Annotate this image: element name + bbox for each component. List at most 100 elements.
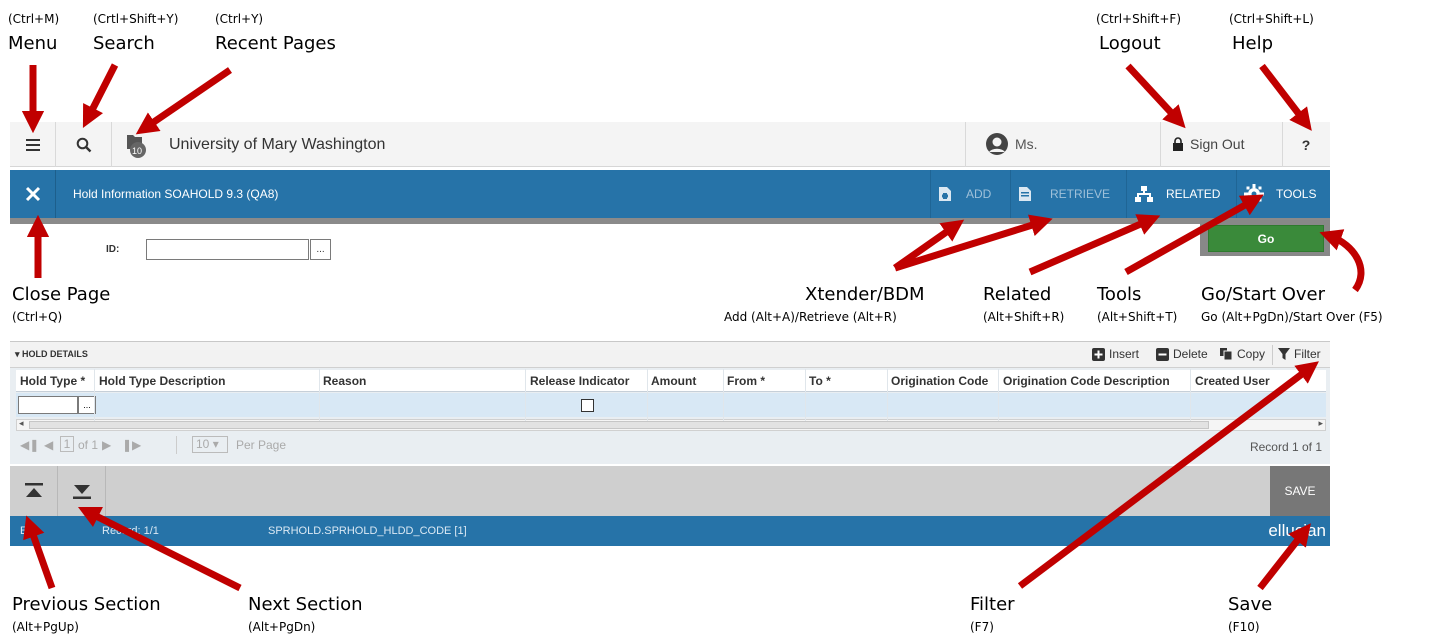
plus-icon: [1092, 347, 1105, 361]
recent-shortcut: (Ctrl+Y): [215, 12, 264, 26]
retrieve-arrow: [893, 214, 1053, 272]
logout-arrow: [1125, 63, 1186, 129]
last-page-icon[interactable]: ❚▶: [122, 438, 141, 452]
delete-button[interactable]: Delete: [1156, 347, 1208, 361]
section-title-label: HOLD DETAILS: [22, 349, 88, 359]
related-button[interactable]: RELATED: [1134, 170, 1220, 218]
record-count: Record 1 of 1: [1249, 440, 1322, 454]
go-button[interactable]: Go: [1208, 225, 1324, 252]
page-header: Hold Information SOAHOLD 9.3 (QA8) ADD R…: [10, 170, 1330, 218]
prev-shortcut: (Alt+PgUp): [12, 620, 79, 634]
column-header[interactable]: From *: [727, 374, 765, 388]
sign-out-button[interactable]: Sign Out: [1172, 136, 1244, 152]
hamburger-icon: [25, 138, 40, 151]
status-bar: E Record: 1/1 SPRHOLD.SPRHOLD_HLDD_CODE …: [10, 516, 1330, 546]
save-button[interactable]: SAVE: [1270, 466, 1330, 516]
go-annotation: Go/Start Over: [1201, 284, 1326, 305]
search-button[interactable]: [56, 122, 112, 167]
close-annotation: Close Page: [12, 284, 111, 305]
hold-type-input[interactable]: [18, 396, 78, 414]
recent-pages-button[interactable]: 10: [112, 122, 158, 167]
related-arrow: [1028, 214, 1161, 276]
add-document-icon: [939, 187, 951, 201]
release-indicator-checkbox[interactable]: [581, 399, 594, 412]
sitemap-icon: [1135, 186, 1153, 202]
id-input[interactable]: [146, 239, 309, 260]
user-menu[interactable]: Ms.: [985, 132, 1038, 156]
per-page-value: 10: [196, 437, 210, 451]
scroll-left-icon[interactable]: ◂: [19, 418, 24, 429]
section-title[interactable]: ▾ HOLD DETAILS: [15, 349, 88, 360]
add-label: ADD: [966, 187, 992, 201]
go-shortcut: Go (Alt+PgDn)/Start Over (F5): [1201, 310, 1383, 324]
column-header[interactable]: Hold Type Description: [99, 374, 225, 388]
help-button[interactable]: ?: [1282, 122, 1330, 167]
collapse-icon: ▾: [15, 349, 23, 359]
gear-icon: [1244, 184, 1264, 204]
menu-shortcut: (Ctrl+M): [8, 12, 60, 26]
insert-button[interactable]: Insert: [1092, 347, 1139, 361]
horizontal-scrollbar[interactable]: ◂ ▸: [16, 418, 1326, 431]
per-page-select[interactable]: 10 ▾: [192, 436, 228, 453]
page-of: of 1: [78, 438, 99, 452]
tools-annotation: Tools: [1097, 284, 1142, 305]
previous-section-button[interactable]: [10, 466, 58, 516]
menu-button[interactable]: [10, 122, 56, 167]
add-button[interactable]: ADD: [938, 170, 991, 218]
section-header: ▾ HOLD DETAILS Insert Delete Copy Filter: [10, 342, 1330, 368]
filter-label: Filter: [1294, 347, 1321, 361]
prev-annotation: Previous Section: [12, 594, 161, 615]
search-icon: [76, 137, 91, 152]
related-shortcut: (Alt+Shift+R): [983, 310, 1065, 324]
filter-annotation: Filter: [970, 594, 1015, 615]
close-icon: [25, 186, 40, 202]
search-annotation: Search: [93, 33, 155, 54]
column-header[interactable]: To *: [809, 374, 831, 388]
save-shortcut: (F10): [1228, 620, 1260, 634]
next-section-icon: [72, 485, 91, 499]
column-header[interactable]: Release Indicator: [530, 374, 629, 388]
column-header[interactable]: Reason: [323, 374, 366, 388]
field-status: SPRHOLD.SPRHOLD_HLDD_CODE [1]: [268, 525, 467, 537]
recent-arrow: [135, 67, 232, 135]
go-arrow: [1319, 229, 1365, 293]
record-status: Record: 1/1: [102, 525, 159, 537]
column-header[interactable]: Origination Code Description: [1003, 374, 1170, 388]
filter-button[interactable]: Filter: [1278, 347, 1321, 361]
first-page-icon[interactable]: ◀❚: [20, 438, 39, 452]
delete-label: Delete: [1173, 347, 1208, 361]
help-arrow: [1259, 63, 1312, 131]
next-section-button[interactable]: [58, 466, 106, 516]
tools-label: TOOLS: [1276, 187, 1317, 201]
prev-page-icon[interactable]: ◀: [44, 438, 53, 452]
next-page-icon[interactable]: ▶: [102, 438, 111, 452]
retrieve-label: RETRIEVE: [1050, 187, 1111, 201]
xtender-annotation: Xtender/BDM: [805, 284, 925, 305]
previous-section-icon: [24, 483, 43, 497]
id-lookup-button[interactable]: ...: [310, 239, 331, 260]
column-header[interactable]: Hold Type *: [20, 374, 85, 388]
close-page-button[interactable]: [10, 170, 56, 218]
ellucian-logo: ellucian: [1268, 521, 1326, 540]
hold-details-section: ▾ HOLD DETAILS Insert Delete Copy Filter…: [10, 341, 1330, 464]
header-divider: [10, 218, 1330, 224]
scroll-thumb[interactable]: [29, 421, 1209, 429]
retrieve-document-icon: [1019, 187, 1031, 201]
recent-annotation: Recent Pages: [215, 33, 336, 54]
page-input[interactable]: 1: [60, 436, 74, 452]
tools-button[interactable]: TOOLS: [1244, 170, 1316, 218]
section-navigation-bar: SAVE: [10, 466, 1330, 516]
table-row[interactable]: [16, 393, 1326, 417]
filter-icon: [1278, 347, 1290, 360]
top-bar: 10 University of Mary Washington Ms. Sig…: [10, 122, 1330, 167]
institution-name: University of Mary Washington: [169, 136, 386, 153]
retrieve-button[interactable]: RETRIEVE: [1018, 170, 1110, 218]
column-header[interactable]: Origination Code: [891, 374, 988, 388]
column-header[interactable]: Amount: [651, 374, 696, 388]
copy-button[interactable]: Copy: [1220, 347, 1265, 361]
scroll-right-icon[interactable]: ▸: [1318, 418, 1323, 429]
column-header[interactable]: Created User: [1195, 374, 1270, 388]
logout-annotation: Logout: [1099, 33, 1161, 54]
related-label: RELATED: [1166, 187, 1221, 201]
next-annotation: Next Section: [248, 594, 363, 615]
